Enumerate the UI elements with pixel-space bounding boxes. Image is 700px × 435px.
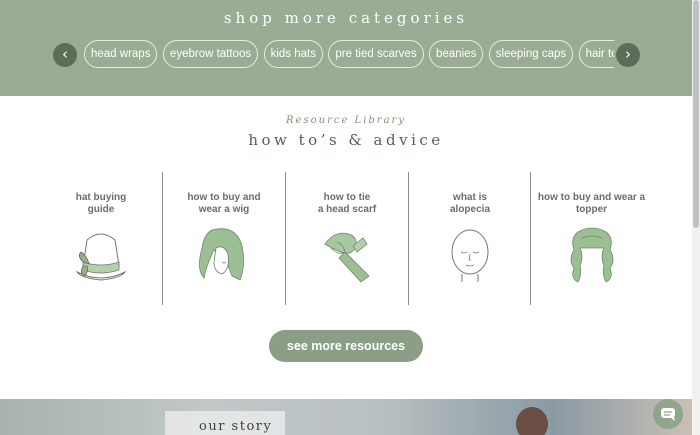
carousel-prev-button[interactable]: ‹ bbox=[53, 43, 77, 67]
resource-label: what is alopecia bbox=[449, 192, 491, 215]
resource-grid: hat buying guide how to buy and wear a w… bbox=[40, 172, 652, 305]
chevron-right-icon: › bbox=[625, 45, 631, 63]
category-pill-kids-hats[interactable]: kids hats bbox=[263, 40, 323, 68]
category-pill-head-wraps[interactable]: head wraps bbox=[84, 40, 158, 68]
resource-label: hat buying guide bbox=[75, 192, 127, 215]
resource-item-topper[interactable]: how to buy and wear a topper bbox=[531, 172, 652, 305]
topper-icon bbox=[570, 227, 613, 283]
wig-icon bbox=[199, 228, 244, 281]
resource-item-wig[interactable]: how to buy and wear a wig bbox=[163, 172, 285, 305]
our-story-title: our story bbox=[199, 419, 273, 434]
resource-item-head-scarf[interactable]: how to tie a head scarf bbox=[286, 172, 408, 305]
category-pill-eyebrow-tattoos[interactable]: eyebrow tattoos bbox=[162, 40, 259, 68]
resource-label: how to buy and wear a topper bbox=[537, 192, 646, 215]
chat-icon bbox=[661, 408, 675, 421]
categories-band: shop more categories head wraps eyebrow … bbox=[0, 0, 692, 96]
resource-library-kicker: Resource Library bbox=[286, 115, 406, 126]
hat-icon bbox=[75, 233, 127, 281]
categories-title: shop more categories bbox=[223, 9, 469, 27]
scarf-icon bbox=[324, 232, 370, 283]
chevron-left-icon: ‹ bbox=[62, 45, 68, 63]
resource-label: how to tie a head scarf bbox=[317, 192, 377, 215]
see-more-resources-button[interactable]: see more resources bbox=[269, 330, 423, 362]
our-story-banner bbox=[0, 399, 692, 435]
categories-carousel: head wraps eyebrow tattoos kids hats pre… bbox=[84, 40, 614, 70]
resource-label: how to buy and wear a wig bbox=[187, 192, 261, 215]
chat-button[interactable] bbox=[653, 399, 683, 429]
category-pill-beanies[interactable]: beanies bbox=[429, 40, 484, 68]
scrollbar-thumb[interactable] bbox=[693, 0, 699, 228]
category-pill-hair-toppers[interactable]: hair toppers bbox=[578, 40, 614, 68]
category-pill-pre-tied-scarves[interactable]: pre tied scarves bbox=[328, 40, 424, 68]
resource-item-alopecia[interactable]: what is alopecia bbox=[409, 172, 531, 305]
resource-item-hat-buying-guide[interactable]: hat buying guide bbox=[40, 172, 162, 305]
category-pill-sleeping-caps[interactable]: sleeping caps bbox=[488, 40, 574, 68]
resource-library-title: how to’s & advice bbox=[248, 131, 444, 149]
story-photo-person bbox=[516, 407, 548, 435]
page-scrollbar[interactable] bbox=[692, 0, 700, 435]
head-icon bbox=[451, 229, 489, 282]
carousel-next-button[interactable]: › bbox=[616, 43, 640, 67]
